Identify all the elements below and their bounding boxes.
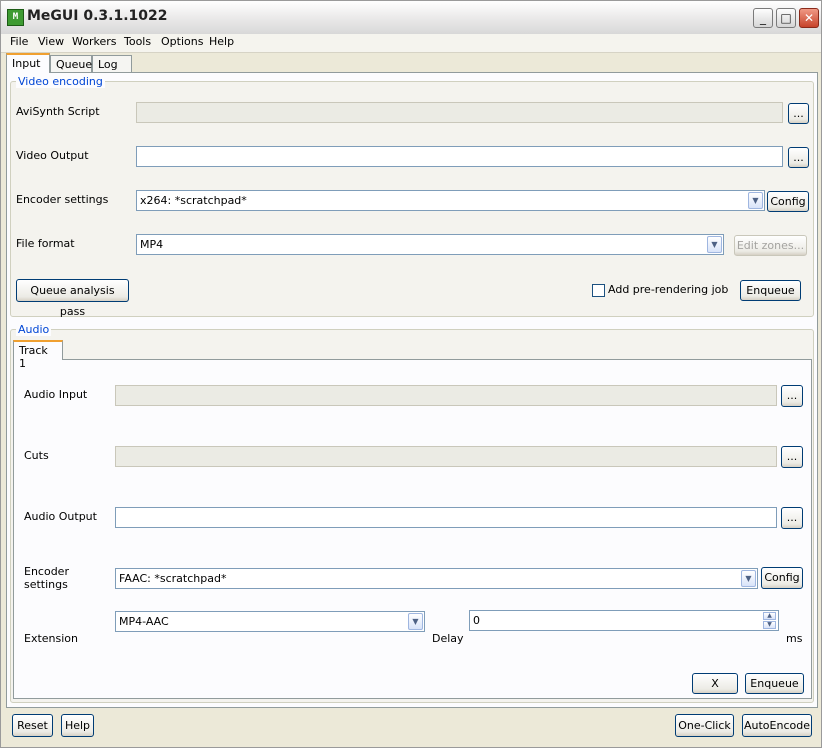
cuts-browse-button[interactable]: ... <box>781 446 803 468</box>
video-output-browse-button[interactable]: ... <box>788 147 809 168</box>
menu-file[interactable]: File <box>10 35 28 48</box>
extension-value: MP4-AAC <box>119 615 169 628</box>
menu-workers[interactable]: Workers <box>72 35 116 48</box>
menu-help[interactable]: Help <box>209 35 234 48</box>
video-output-label: Video Output <box>16 149 89 162</box>
audio-encoder-label-line1: Encoder <box>24 565 69 578</box>
chevron-down-icon[interactable]: ▼ <box>748 192 763 209</box>
file-format-label: File format <box>16 237 75 250</box>
menu-options[interactable]: Options <box>161 35 203 48</box>
chevron-down-icon[interactable]: ▼ <box>741 570 756 587</box>
audio-output-field[interactable] <box>115 507 777 528</box>
avisynth-script-input[interactable] <box>136 102 783 123</box>
menu-view[interactable]: View <box>38 35 64 48</box>
tab-queue[interactable]: Queue <box>50 55 92 73</box>
menu-bar: File View Workers Tools Options Help <box>1 34 821 53</box>
help-button[interactable]: Help <box>61 714 94 737</box>
avisynth-script-label: AviSynth Script <box>16 105 100 118</box>
audio-input-field[interactable] <box>115 385 777 406</box>
audio-input-label: Audio Input <box>24 388 88 401</box>
delay-spin-buttons[interactable]: ▲ ▼ <box>763 612 776 629</box>
delay-label: Delay <box>432 632 464 645</box>
video-encoder-value: x264: *scratchpad* <box>140 194 247 207</box>
chevron-down-icon[interactable]: ▼ <box>707 236 722 253</box>
audio-enqueue-button[interactable]: Enqueue <box>745 673 804 694</box>
video-output-input[interactable] <box>136 146 783 167</box>
input-tab-panel: Video encoding AviSynth Script ... Video… <box>6 72 818 708</box>
title-bar[interactable]: M MeGUI 0.3.1.1022 _ □ ✕ <box>1 1 821 34</box>
audio-remove-x-button[interactable]: X <box>692 673 738 694</box>
cuts-field[interactable] <box>115 446 777 467</box>
one-click-button[interactable]: One-Click <box>675 714 734 737</box>
edit-zones-button[interactable]: Edit zones... <box>734 235 807 256</box>
file-format-select[interactable]: MP4 ▼ <box>136 234 724 255</box>
autoencode-button[interactable]: AutoEncode <box>742 714 812 737</box>
audio-config-button[interactable]: Config <box>761 567 803 589</box>
megui-app-icon: M <box>7 9 24 26</box>
spin-up-icon[interactable]: ▲ <box>763 612 776 620</box>
queue-analysis-pass-button[interactable]: Queue analysis pass <box>16 279 129 318</box>
extension-label: Extension <box>24 632 79 645</box>
menu-tools[interactable]: Tools <box>124 35 151 48</box>
delay-value: 0 <box>473 614 480 627</box>
chevron-down-icon[interactable]: ▼ <box>408 613 423 630</box>
video-config-button[interactable]: Config <box>767 191 809 212</box>
extension-select[interactable]: MP4-AAC ▼ <box>115 611 425 632</box>
close-button[interactable]: ✕ <box>799 8 819 28</box>
add-prerendering-label: Add pre-rendering job <box>608 283 729 296</box>
avisynth-browse-button[interactable]: ... <box>788 103 809 124</box>
audio-group-label: Audio <box>16 323 52 336</box>
audio-encoder-value: FAAC: *scratchpad* <box>119 572 227 585</box>
video-encoder-select[interactable]: x264: *scratchpad* ▼ <box>136 190 765 211</box>
add-prerendering-checkbox[interactable] <box>592 284 605 297</box>
tab-track-1[interactable]: Track 1 <box>13 340 63 370</box>
spin-down-icon[interactable]: ▼ <box>763 621 776 629</box>
delay-spinner[interactable]: 0 ▲ ▼ <box>469 610 779 631</box>
audio-output-browse-button[interactable]: ... <box>781 507 803 529</box>
reset-button[interactable]: Reset <box>12 714 53 737</box>
cuts-label: Cuts <box>24 449 49 462</box>
video-encoding-label: Video encoding <box>16 75 105 88</box>
audio-encoder-select[interactable]: FAAC: *scratchpad* ▼ <box>115 568 758 589</box>
tab-input[interactable]: Input <box>6 53 50 73</box>
minimize-button[interactable]: _ <box>753 8 773 28</box>
megui-window: M MeGUI 0.3.1.1022 _ □ ✕ File View Worke… <box>0 0 822 748</box>
audio-output-label: Audio Output <box>24 510 97 523</box>
file-format-value: MP4 <box>140 238 164 251</box>
video-enqueue-button[interactable]: Enqueue <box>740 280 801 301</box>
ms-label: ms <box>786 632 803 645</box>
audio-encoder-label-line2: settings <box>24 578 68 591</box>
window-title: MeGUI 0.3.1.1022 <box>27 8 168 24</box>
track-1-panel: Audio Input ... Cuts ... Audio Output ..… <box>13 359 812 699</box>
encoder-settings-label: Encoder settings <box>16 193 109 206</box>
audio-input-browse-button[interactable]: ... <box>781 385 803 407</box>
tab-log[interactable]: Log <box>92 55 132 73</box>
maximize-button[interactable]: □ <box>776 8 796 28</box>
